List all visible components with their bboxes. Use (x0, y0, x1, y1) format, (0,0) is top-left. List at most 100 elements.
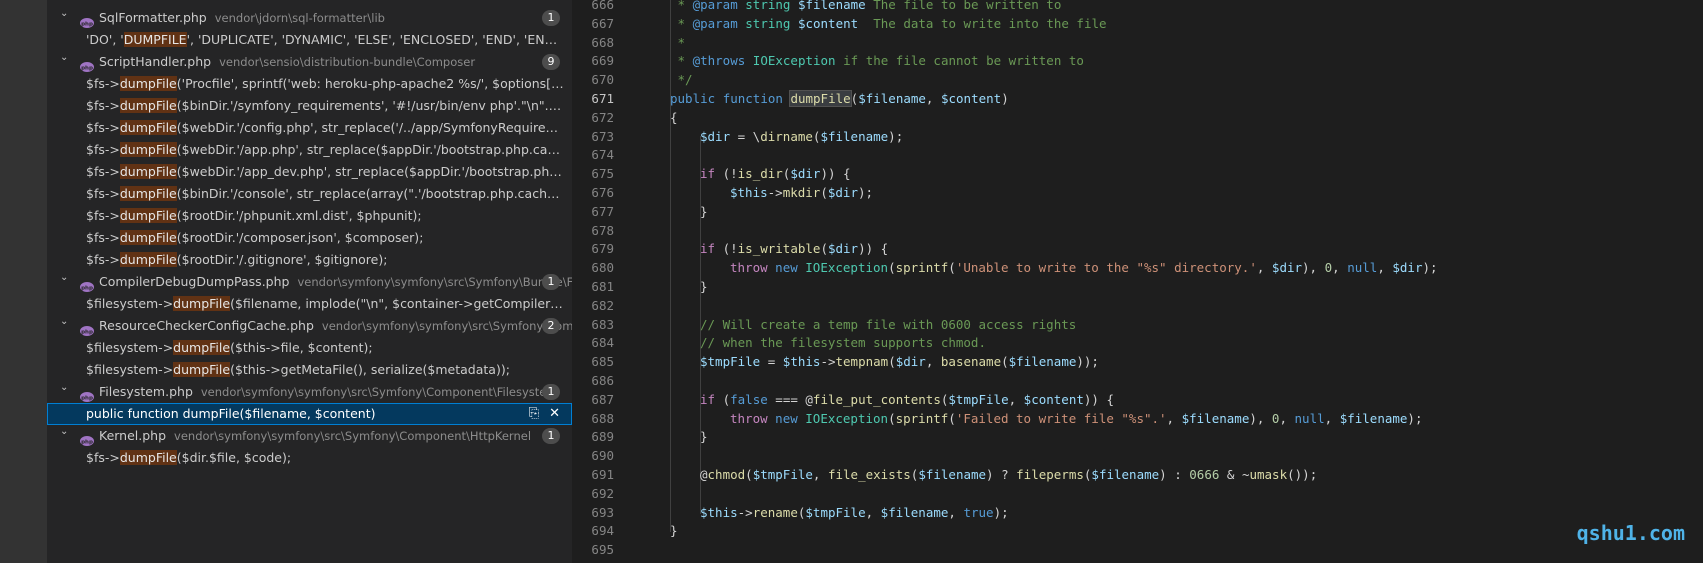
code-token: ( (745, 467, 753, 482)
file-path: vendor\jdorn\sql-formatter\lib (214, 11, 385, 25)
result-match-row[interactable]: $filesystem->dumpFile($this->getMetaFile… (47, 359, 572, 381)
code-token: mkdir (782, 185, 821, 200)
chevron-down-icon[interactable]: ⌄ (60, 51, 74, 69)
code-line[interactable]: if (!is_writable($dir)) { (700, 241, 888, 256)
close-icon[interactable]: ✕ (549, 406, 560, 421)
result-match-row[interactable]: $fs->dumpFile($webDir.'/app.php', str_re… (47, 139, 572, 161)
code-token: === @ (767, 391, 813, 407)
match-suffix: ($dir.$file, $code); (176, 450, 292, 465)
result-match-row[interactable]: $filesystem->dumpFile($this->file, $cont… (47, 337, 572, 359)
code-line[interactable]: $tmpFile = $this->tempnam($dir, basename… (700, 354, 1099, 369)
match-text: $fs->dumpFile($webDir.'/app.php', str_re… (86, 139, 564, 161)
code-line[interactable]: */ (670, 72, 693, 87)
match-actions: ⎘ ✕ (519, 403, 560, 425)
result-file-row[interactable]: ⌄ php Filesystem.php vendor\symfony\symfony… (47, 381, 572, 403)
chevron-down-icon[interactable]: ⌄ (60, 315, 74, 333)
code-line[interactable]: $dir = \dirname($filename); (700, 129, 903, 144)
result-file-row[interactable]: ⌄ php ScriptHandler.php vendor\sensio\distr… (47, 51, 572, 73)
match-count-badge: 9 (542, 54, 560, 70)
code-token: ( (888, 354, 896, 370)
code-token: -> (737, 504, 753, 520)
match-highlight: dumpFile (173, 362, 231, 377)
code-token: $filename (797, 0, 866, 12)
code-token: $filename (1008, 354, 1077, 370)
code-line[interactable]: } (700, 279, 708, 294)
code-token: , (812, 467, 828, 482)
match-highlight: dumpFile (119, 120, 177, 135)
code-line[interactable]: * @param string $filename The file to be… (670, 0, 1062, 12)
result-match-row[interactable]: $fs->dumpFile($rootDir.'/composer.json',… (47, 227, 572, 249)
code-editor[interactable]: 666 * @param string $filename The file t… (572, 0, 1703, 563)
result-match-row[interactable]: $fs->dumpFile($rootDir.'/.gitignore', $g… (47, 249, 572, 271)
code-line[interactable]: $this->rename($tmpFile, $filename, true)… (700, 505, 1009, 520)
match-suffix: ($filename, implode("\n", $container->ge… (230, 296, 564, 311)
result-file-row[interactable]: ⌄ php ResourceCheckerConfigCache.php vendor… (47, 315, 572, 337)
chevron-down-icon[interactable]: ⌄ (60, 381, 74, 399)
code-line[interactable]: } (700, 429, 708, 444)
result-match-row[interactable]: public function dumpFile($filename, $con… (47, 403, 572, 425)
result-match-row[interactable]: $fs->dumpFile($webDir.'/app_dev.php', st… (47, 161, 572, 183)
result-match-row[interactable]: $fs->dumpFile($binDir.'/symfony_requirem… (47, 95, 572, 117)
result-match-row[interactable]: $fs->dumpFile('Procfile', sprintf('web: … (47, 73, 572, 95)
code-line[interactable]: * @throws IOException if the file cannot… (670, 53, 1084, 68)
code-token: 'Failed to write file "%s".' (955, 410, 1167, 426)
match-prefix: $fs-> (86, 186, 120, 201)
code-line[interactable]: // Will create a temp file with 0600 acc… (700, 317, 1076, 332)
match-highlight: dumpFile (119, 208, 177, 223)
code-token: basename (940, 354, 1002, 370)
code-token: @throws (692, 53, 746, 69)
result-match-row[interactable]: 'DO', 'DUMPFILE', 'DUPLICATE', 'DYNAMIC'… (47, 29, 572, 51)
svg-text:php: php (81, 396, 93, 402)
code-line[interactable]: $this->mkdir($dir); (730, 185, 873, 200)
code-line[interactable]: public function dumpFile($filename, $con… (670, 90, 1009, 107)
result-match-row[interactable]: $fs->dumpFile($rootDir.'/phpunit.xml.dis… (47, 205, 572, 227)
chevron-down-icon[interactable]: ⌄ (60, 425, 74, 443)
replace-icon[interactable]: ⎘ (529, 406, 539, 421)
code-line[interactable]: * (670, 35, 686, 50)
code-token: $content (940, 91, 1002, 106)
code-line[interactable]: } (670, 523, 678, 538)
file-path: vendor\sensio\distribution-bundle\Compos… (219, 55, 476, 69)
line-number: 687 (591, 391, 614, 407)
code-line[interactable]: } (700, 204, 708, 219)
code-line[interactable]: throw new IOException(sprintf('Failed to… (730, 411, 1422, 426)
code-token: @param (692, 0, 738, 12)
result-match-row[interactable]: $fs->dumpFile($webDir.'/config.php', str… (47, 117, 572, 139)
chevron-down-icon[interactable]: ⌄ (60, 271, 74, 289)
code-token: $dir (827, 241, 859, 257)
code-token: file_put_contents (812, 391, 941, 407)
code-token: ( (820, 241, 828, 257)
code-token: * (670, 0, 693, 12)
chevron-down-icon[interactable]: ⌄ (60, 7, 74, 25)
result-match-row[interactable]: $filesystem->dumpFile($filename, implode… (47, 293, 572, 315)
code-line[interactable]: if (!is_dir($dir)) { (700, 166, 851, 181)
code-line[interactable]: @chmod($tmpFile, file_exists($filename) … (700, 467, 1317, 482)
result-match-row[interactable]: $fs->dumpFile($dir.$file, $code); (47, 447, 572, 469)
svg-text:php: php (81, 66, 93, 72)
match-prefix: public function (86, 406, 183, 421)
code-token: null (1294, 410, 1325, 426)
match-prefix: $fs-> (86, 208, 120, 223)
match-prefix: $fs-> (86, 120, 120, 135)
code-token: } (700, 279, 708, 294)
code-line[interactable]: * @param string $content The data to wri… (670, 16, 1107, 31)
code-token: $filename (918, 467, 987, 482)
result-file-row[interactable]: ⌄ php SqlFormatter.php vendor\jdorn\sql-for… (47, 7, 572, 29)
code-token: null (1347, 260, 1378, 276)
code-line[interactable]: { (670, 110, 678, 125)
code-token: sprintf (895, 260, 949, 276)
code-line[interactable]: throw new IOException(sprintf('Unable to… (730, 260, 1438, 275)
line-number: 680 (591, 260, 614, 276)
match-text: $filesystem->dumpFile($this->file, $cont… (86, 337, 564, 359)
code-token: throw (730, 260, 768, 276)
result-file-row[interactable]: ⌄ php Kernel.php vendor\symfony\symfony\src… (47, 425, 572, 447)
code-line[interactable]: if (false === @file_put_contents($tmpFil… (700, 392, 1114, 407)
line-number: 685 (591, 354, 614, 370)
code-line[interactable]: // when the filesystem supports chmod. (700, 335, 986, 350)
code-token: throw (730, 410, 768, 426)
result-file-row[interactable]: ⌄ php CompilerDebugDumpPass.php vendor\symf… (47, 271, 572, 293)
php-file-icon: php (80, 321, 94, 336)
file-path: vendor\symfony\symfony\src\Symfony\Compo… (174, 429, 532, 443)
result-match-row[interactable]: $fs->dumpFile($binDir.'/console', str_re… (47, 183, 572, 205)
